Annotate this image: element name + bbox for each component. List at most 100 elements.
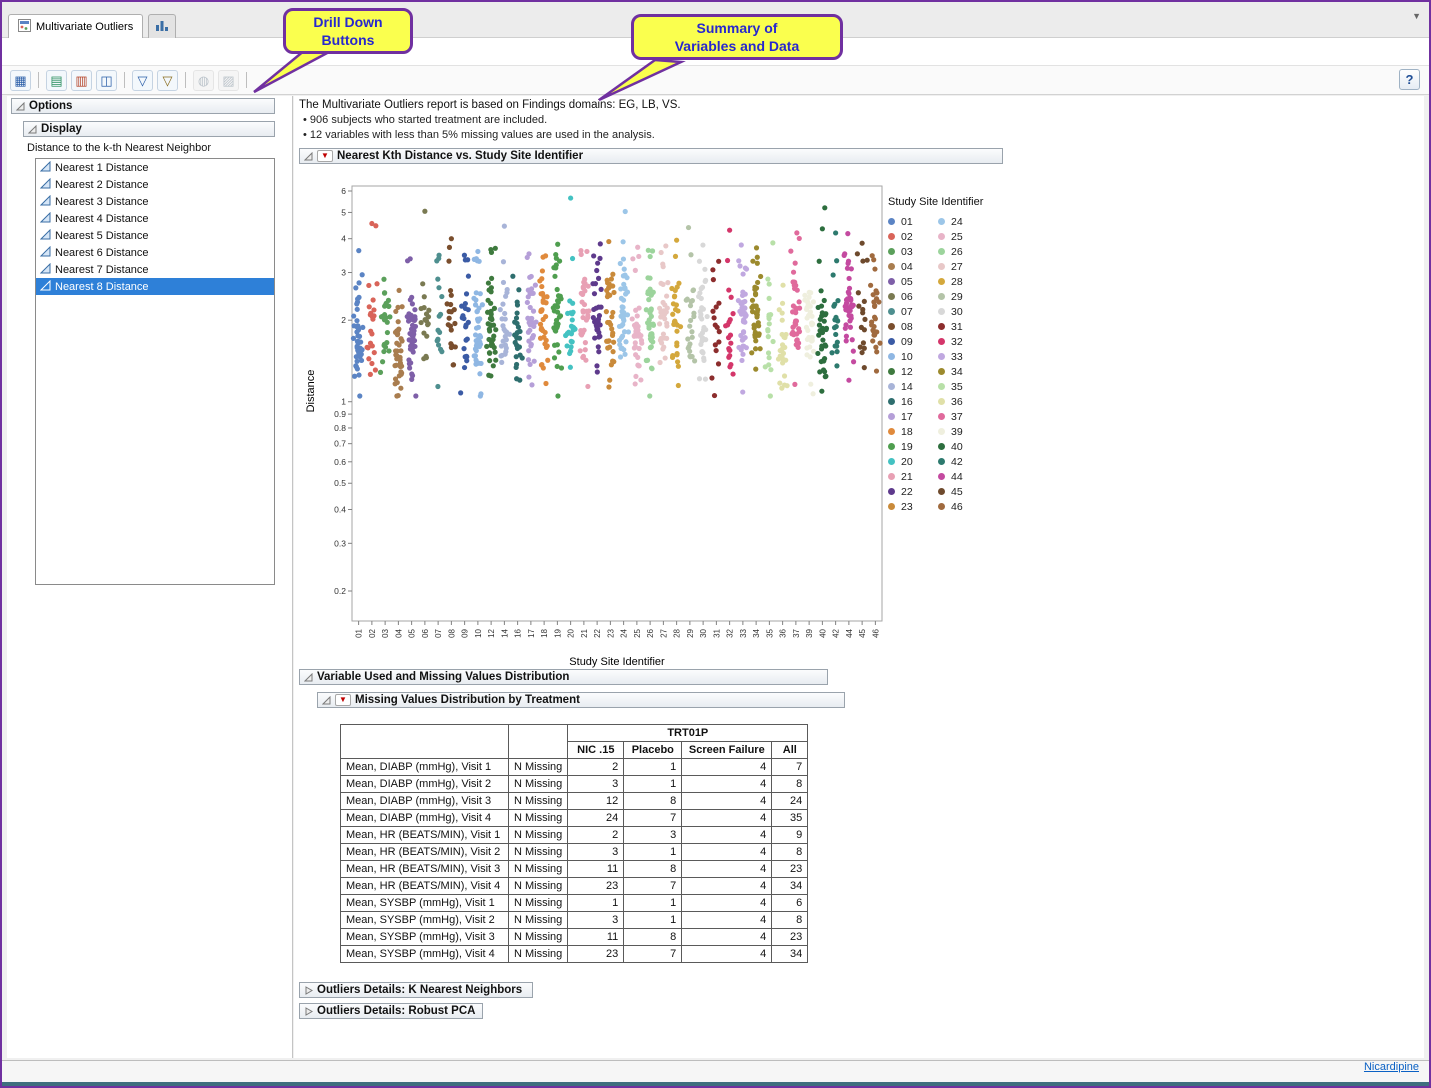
table-cell: 1 bbox=[624, 844, 682, 861]
disclosure-open-icon bbox=[322, 696, 331, 705]
disclosure-closed-icon bbox=[304, 986, 313, 995]
list-item-nearest-3-distance[interactable]: Nearest 3 Distance bbox=[36, 193, 274, 210]
toolbar-separator bbox=[124, 72, 125, 88]
legend-dot bbox=[938, 263, 945, 270]
column-switcher-icon[interactable]: ◫ bbox=[96, 70, 117, 91]
data-table-icon[interactable]: ▤ bbox=[46, 70, 67, 91]
table-cell: 7 bbox=[624, 810, 682, 827]
nearest-distance-list[interactable]: Nearest 1 DistanceNearest 2 DistanceNear… bbox=[35, 158, 275, 585]
table-cell: 4 bbox=[682, 895, 772, 912]
list-item-nearest-8-distance[interactable]: Nearest 8 Distance bbox=[36, 278, 274, 295]
svg-text:36: 36 bbox=[779, 628, 788, 637]
table-cell: 7 bbox=[624, 946, 682, 963]
legend-label: 46 bbox=[951, 501, 963, 513]
list-item-nearest-5-distance[interactable]: Nearest 5 Distance bbox=[36, 227, 274, 244]
legend-label: 06 bbox=[901, 291, 913, 303]
tab-chart[interactable] bbox=[148, 14, 176, 38]
svg-text:31: 31 bbox=[712, 628, 721, 637]
local-data-filter-icon[interactable]: ▽ bbox=[157, 70, 178, 91]
row-label: Mean, HR (BEATS/MIN), Visit 1 bbox=[341, 827, 509, 844]
list-item-nearest-1-distance[interactable]: Nearest 1 Distance bbox=[36, 159, 274, 176]
legend-dot bbox=[938, 443, 945, 450]
missing-section-title: Missing Values Distribution by Treatment bbox=[355, 694, 580, 706]
window-menu-icon[interactable]: ▼ bbox=[1412, 11, 1421, 21]
legend-dot bbox=[888, 503, 895, 510]
subset-table-icon[interactable]: ▥ bbox=[71, 70, 92, 91]
table-cell: 8 bbox=[772, 912, 808, 929]
legend-dot bbox=[938, 233, 945, 240]
list-item-label: Nearest 7 Distance bbox=[55, 264, 149, 276]
svg-text:39: 39 bbox=[805, 628, 814, 637]
legend-dot bbox=[888, 218, 895, 225]
display-header[interactable]: Display bbox=[23, 121, 275, 137]
svg-text:16: 16 bbox=[514, 628, 523, 637]
data-filter-icon[interactable]: ▽ bbox=[132, 70, 153, 91]
outliers-knn-header[interactable]: Outliers Details: K Nearest Neighbors bbox=[299, 982, 533, 998]
svg-text:01: 01 bbox=[355, 628, 364, 637]
table-cell: 34 bbox=[772, 878, 808, 895]
stat-label: N Missing bbox=[509, 929, 568, 946]
table-row: Mean, SYSBP (mmHg), Visit 3N Missing1184… bbox=[341, 929, 808, 946]
legend-entry-39: 39 bbox=[938, 424, 988, 439]
table-cell: 24 bbox=[568, 810, 624, 827]
toolbar: ▦▤▥◫▽▽◍▨ bbox=[2, 65, 1429, 95]
legend-dot bbox=[938, 338, 945, 345]
svg-text:02: 02 bbox=[368, 628, 377, 637]
missing-section-header[interactable]: ▼ Missing Values Distribution by Treatme… bbox=[317, 692, 845, 708]
nicardipine-link[interactable]: Nicardipine bbox=[1364, 1061, 1419, 1073]
table-cell: 23 bbox=[568, 878, 624, 895]
outliers-knn-title: Outliers Details: K Nearest Neighbors bbox=[317, 984, 522, 996]
stat-label: N Missing bbox=[509, 861, 568, 878]
legend-dot bbox=[938, 503, 945, 510]
svg-text:20: 20 bbox=[567, 628, 576, 637]
list-item-nearest-6-distance[interactable]: Nearest 6 Distance bbox=[36, 244, 274, 261]
legend-dot bbox=[888, 263, 895, 270]
table-cell: 11 bbox=[568, 929, 624, 946]
outliers-pca-title: Outliers Details: Robust PCA bbox=[317, 1005, 475, 1017]
svg-text:24: 24 bbox=[620, 628, 629, 637]
options-header-label: Options bbox=[29, 100, 72, 112]
toolbar-separator bbox=[38, 72, 39, 88]
table-cell: 8 bbox=[624, 861, 682, 878]
row-label: Mean, DIABP (mmHg), Visit 4 bbox=[341, 810, 509, 827]
scatter-section-header[interactable]: ▼ Nearest Kth Distance vs. Study Site Id… bbox=[299, 148, 1003, 164]
svg-text:3: 3 bbox=[341, 268, 346, 278]
legend-label: 39 bbox=[951, 426, 963, 438]
legend-label: 31 bbox=[951, 321, 963, 333]
svg-text:18: 18 bbox=[540, 628, 549, 637]
legend-entry-27: 27 bbox=[938, 259, 988, 274]
legend-dot bbox=[888, 383, 895, 390]
legend-label: 45 bbox=[951, 486, 963, 498]
svg-text:22: 22 bbox=[593, 628, 602, 637]
table-cell: 8 bbox=[772, 776, 808, 793]
help-button[interactable]: ? bbox=[1399, 69, 1420, 90]
tab-multivariate-outliers[interactable]: Multivariate Outliers bbox=[8, 14, 143, 38]
variables-section-header[interactable]: Variable Used and Missing Values Distrib… bbox=[299, 669, 828, 685]
legend-dot bbox=[888, 413, 895, 420]
list-item-nearest-2-distance[interactable]: Nearest 2 Distance bbox=[36, 176, 274, 193]
legend-label: 21 bbox=[901, 471, 913, 483]
list-item-nearest-4-distance[interactable]: Nearest 4 Distance bbox=[36, 210, 274, 227]
svg-text:1: 1 bbox=[341, 397, 346, 407]
variables-section-title: Variable Used and Missing Values Distrib… bbox=[317, 671, 569, 683]
svg-text:0.5: 0.5 bbox=[334, 478, 346, 488]
callout-line: Variables and Data bbox=[644, 37, 830, 55]
disclosure-open-icon bbox=[304, 673, 313, 682]
list-item-nearest-7-distance[interactable]: Nearest 7 Distance bbox=[36, 261, 274, 278]
legend-label: 22 bbox=[901, 486, 913, 498]
legend-dot bbox=[938, 428, 945, 435]
table-cell: 9 bbox=[772, 827, 808, 844]
stat-label: N Missing bbox=[509, 946, 568, 963]
red-triangle-menu-icon[interactable]: ▼ bbox=[335, 694, 351, 706]
chart-item-icon bbox=[40, 263, 51, 277]
stat-label: N Missing bbox=[509, 844, 568, 861]
outliers-pca-header[interactable]: Outliers Details: Robust PCA bbox=[299, 1003, 483, 1019]
options-header[interactable]: Options bbox=[11, 98, 275, 114]
svg-text:27: 27 bbox=[659, 628, 668, 637]
svg-text:0.9: 0.9 bbox=[334, 409, 346, 419]
legend-dot bbox=[888, 353, 895, 360]
table-cell: 1 bbox=[624, 776, 682, 793]
new-report-icon[interactable]: ▦ bbox=[10, 70, 31, 91]
red-triangle-menu-icon[interactable]: ▼ bbox=[317, 150, 333, 162]
row-label: Mean, SYSBP (mmHg), Visit 2 bbox=[341, 912, 509, 929]
